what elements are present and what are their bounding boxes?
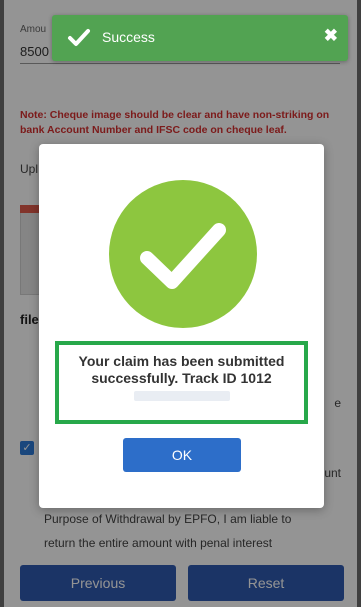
close-icon[interactable]: ✖ xyxy=(324,26,338,46)
success-check-icon xyxy=(109,180,257,328)
toast-message: Success xyxy=(102,29,155,45)
success-toast: Success ✖ xyxy=(52,15,348,61)
check-icon xyxy=(68,29,90,46)
confirmation-message-box: Your claim has been submitted successful… xyxy=(55,341,308,424)
masked-track-id xyxy=(134,391,230,402)
confirmation-text: Your claim has been submitted successful… xyxy=(78,353,285,386)
ok-button[interactable]: OK xyxy=(123,438,241,472)
success-dialog: Your claim has been submitted successful… xyxy=(39,144,324,508)
confirmation-message: Your claim has been submitted successful… xyxy=(65,353,298,404)
